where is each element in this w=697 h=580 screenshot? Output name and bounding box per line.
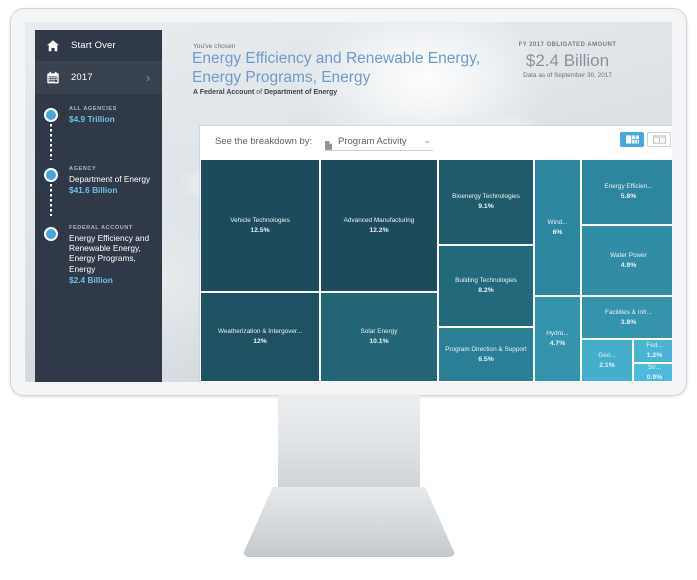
- tile-percent: 10.1%: [369, 338, 389, 345]
- tile-percent: 1.2%: [646, 352, 663, 359]
- page-title: Energy Efficiency and Renewable Energy, …: [192, 50, 481, 86]
- tile-percent: 12%: [253, 338, 267, 345]
- trail-dot-icon: [44, 168, 58, 182]
- trail-dot-icon: [44, 108, 58, 122]
- sidebar: Start Over 2017 › ALL AGENCIES $4.9 Tril…: [35, 30, 162, 382]
- breadcrumb-trail: ALL AGENCIES $4.9 Trillion AGENCY Depart…: [35, 94, 162, 286]
- panel-toolbar: See the breakdown by: Program Activity ⌄: [200, 126, 672, 159]
- treemap-tile[interactable]: Hydro... 4.7%: [534, 296, 581, 382]
- monitor-stand-neck: [278, 394, 420, 489]
- tile-percent: 5.8%: [620, 193, 637, 200]
- treemap-tile[interactable]: Facilities & Infr... 3.8%: [581, 296, 672, 339]
- tile-label: Program Direction & Support: [445, 345, 527, 353]
- document-icon: [325, 137, 332, 150]
- breadcrumb-item-all-agencies[interactable]: ALL AGENCIES $4.9 Trillion: [35, 106, 162, 132]
- breakdown-select[interactable]: Program Activity ⌄: [325, 133, 433, 151]
- tile-percent: 8.2%: [478, 287, 494, 294]
- main-content: You've chosen Energy Efficiency and Rene…: [162, 30, 672, 382]
- sidebar-year-label: 2017: [71, 72, 93, 83]
- subtitle-agency: Department of Energy: [264, 89, 338, 96]
- treemap-tile[interactable]: Program Direction & Support 6.5%: [438, 327, 534, 382]
- treemap-tile[interactable]: Bioenergy Technologies 9.1%: [438, 159, 534, 245]
- treemap-tile[interactable]: Energy Efficien... 5.8%: [581, 159, 672, 225]
- chevron-right-icon[interactable]: ›: [146, 71, 150, 85]
- tile-percent: 0.9%: [646, 373, 663, 381]
- chevron-down-icon[interactable]: ⌄: [423, 135, 431, 146]
- breakdown-label: See the breakdown by:: [215, 136, 313, 147]
- chosen-kicker: You've chosen: [193, 43, 236, 50]
- treemap-view-toggle[interactable]: [620, 132, 644, 147]
- breadcrumb-item-federal-account[interactable]: FEDERAL ACCOUNT Energy Efficiency and Re…: [35, 225, 162, 286]
- breadcrumb-amount: $41.6 Billion: [69, 185, 118, 196]
- breakdown-panel: See the breakdown by: Program Activity ⌄: [200, 126, 672, 382]
- tile-percent: 12.5%: [250, 226, 270, 234]
- treemap-chart: Vehicle Technologies 12.5% Advanced Manu…: [200, 159, 672, 382]
- treemap-tile[interactable]: Geo... 2.1%: [581, 339, 633, 382]
- tile-label: Str...: [647, 363, 662, 371]
- treemap-tile[interactable]: Building Technologies 8.2%: [438, 245, 534, 327]
- breadcrumb-kicker: FEDERAL ACCOUNT: [69, 225, 133, 231]
- tile-label: Hydro...: [546, 330, 569, 337]
- tile-label: Weatherization & Intergover...: [217, 328, 303, 335]
- home-icon: [46, 39, 60, 53]
- treemap-tile[interactable]: Water Power 4.9%: [581, 225, 672, 296]
- tile-percent: 4.7%: [549, 340, 566, 347]
- screen: Start Over 2017 › ALL AGENCIES $4.9 Tril…: [25, 22, 672, 382]
- tile-label: Solar Energy: [360, 328, 398, 335]
- breadcrumb-item-agency[interactable]: AGENCY Department of Energy $41.6 Billio…: [35, 166, 162, 202]
- monitor-stand-base: [243, 487, 455, 557]
- tile-percent: 6%: [552, 228, 563, 236]
- tile-label: Geo...: [598, 351, 616, 359]
- breakdown-select-value: Program Activity: [338, 136, 407, 147]
- tile-label: Vehicle Technologies: [230, 216, 290, 224]
- tile-percent: 4.9%: [620, 261, 637, 269]
- tile-percent: 12.2%: [369, 226, 389, 234]
- obligated-amount-block: FY 2017 OBLIGATED AMOUNT $2.4 Billion Da…: [490, 42, 645, 79]
- treemap-tile[interactable]: Str... 0.9%: [633, 363, 672, 382]
- breadcrumb-name: Energy Efficiency and Renewable Energy, …: [69, 233, 150, 274]
- treemap-tile[interactable]: Advanced Manufacturing 12.2%: [320, 159, 438, 292]
- tile-label: Wind...: [547, 218, 568, 226]
- page-subtitle: A Federal Account of Department of Energ…: [193, 89, 337, 96]
- calendar-icon: [46, 71, 60, 85]
- amount-kicker: FY 2017 OBLIGATED AMOUNT: [518, 42, 617, 48]
- tile-label: Facilities & Infr...: [605, 308, 652, 316]
- tile-percent: 6.5%: [478, 355, 494, 363]
- tile-label: Advanced Manufacturing: [343, 216, 415, 224]
- amount-as-of: Data as of September 30, 2017: [523, 72, 612, 79]
- breadcrumb-kicker: ALL AGENCIES: [69, 106, 117, 112]
- sidebar-item-fiscal-year[interactable]: 2017 ›: [35, 62, 162, 94]
- breadcrumb-name: Department of Energy: [69, 174, 151, 184]
- tile-label: Fed...: [646, 342, 663, 349]
- treemap-view-icon: [625, 135, 639, 144]
- treemap-tile[interactable]: Solar Energy 10.1%: [320, 292, 438, 382]
- sidebar-start-over-label: Start Over: [71, 40, 116, 51]
- subtitle-connector: of: [254, 89, 265, 96]
- table-view-toggle[interactable]: [647, 132, 671, 147]
- treemap-tile[interactable]: Wind... 6%: [534, 159, 581, 296]
- trail-dot-icon: [44, 227, 58, 241]
- tile-label: Energy Efficien...: [604, 183, 653, 190]
- breadcrumb-amount: $4.9 Trillion: [69, 114, 115, 124]
- treemap-tile[interactable]: Fed... 1.2%: [633, 339, 672, 363]
- tile-percent: 2.1%: [599, 361, 615, 369]
- breadcrumb-amount: $2.4 Billion: [69, 274, 113, 285]
- sidebar-item-start-over[interactable]: Start Over: [35, 30, 162, 62]
- table-view-icon: [652, 135, 666, 144]
- breadcrumb-kicker: AGENCY: [69, 166, 97, 172]
- subtitle-type: A Federal Account: [193, 89, 255, 96]
- tile-label: Building Technologies: [455, 277, 517, 284]
- tile-label: Water Power: [610, 251, 647, 259]
- treemap-tile[interactable]: Vehicle Technologies 12.5%: [200, 159, 320, 292]
- amount-value: $2.4 Billion: [525, 51, 610, 70]
- treemap-tile[interactable]: Weatherization & Intergover... 12%: [200, 292, 320, 382]
- tile-percent: 9.1%: [478, 203, 494, 210]
- tile-percent: 3.8%: [620, 318, 637, 326]
- tile-label: Bioenergy Technologies: [452, 193, 520, 200]
